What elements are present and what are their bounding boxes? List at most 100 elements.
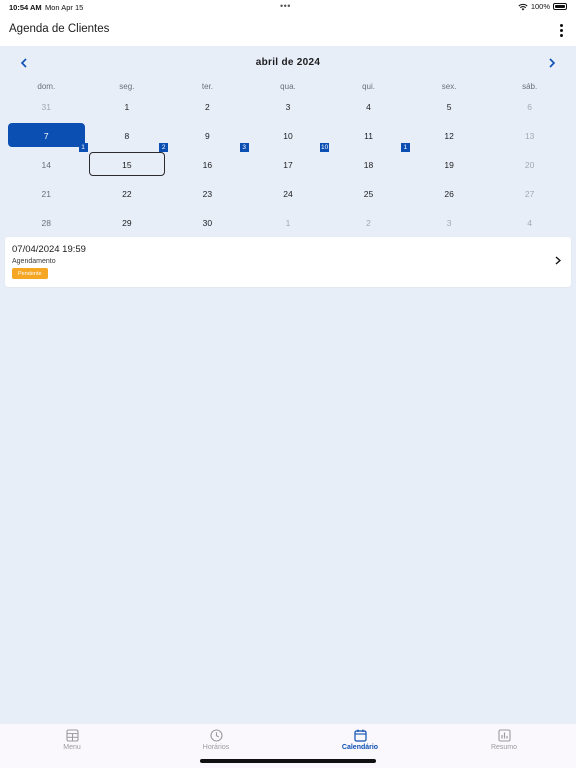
calendar-day[interactable]: 10 10 (248, 121, 330, 152)
day-number: 4 (366, 101, 371, 112)
calendar-day[interactable]: 19 (409, 150, 490, 179)
day-number: 26 (444, 188, 454, 199)
chevron-right-icon (555, 256, 561, 265)
calendar-day-today[interactable]: 15 (87, 150, 168, 179)
calendar-day[interactable]: 6 (489, 92, 570, 121)
day-number: 19 (444, 159, 454, 170)
calendar-day[interactable]: 5 (409, 92, 490, 121)
appointment-card[interactable]: 07/04/2024 19:59 Agendamento Pendente (5, 237, 571, 287)
day-number: 25 (363, 188, 374, 199)
calendar-day[interactable]: 26 (409, 179, 490, 208)
calendar-week: 31 1 2 3 4 5 6 (6, 92, 570, 121)
calendar-day[interactable]: 4 (489, 208, 570, 237)
day-number: 11 (364, 130, 373, 141)
calendar-day[interactable]: 28 (6, 208, 87, 237)
month-title: abril de 2024 (255, 57, 321, 68)
calendar-day[interactable]: 27 (489, 179, 570, 208)
day-number: 5 (446, 101, 452, 112)
tab-label: Horários (202, 744, 230, 751)
calendar-week: 14 15 16 17 18 19 20 (6, 150, 570, 179)
day-number: 2 (366, 217, 371, 228)
day-number: 3 (446, 217, 452, 228)
calendar-day[interactable]: 3 (409, 208, 490, 237)
day-number: 13 (524, 130, 535, 141)
day-number: 14 (41, 159, 52, 170)
month-navigation: abril de 2024 (0, 54, 576, 72)
event-count-badge: 10 (320, 143, 330, 152)
weekday-header: dom. seg. ter. qua. qui. sex. sáb. (6, 82, 570, 92)
day-number: 1 (124, 101, 130, 112)
calendar-day[interactable]: 30 (167, 208, 248, 237)
calendar-day[interactable]: 4 (328, 92, 409, 121)
weekday-label: qui. (362, 82, 375, 91)
calendar-day[interactable]: 3 (248, 92, 329, 121)
day-number: 3 (285, 101, 291, 112)
calendar-day[interactable]: 17 (248, 150, 329, 179)
calendar: abril de 2024 dom. seg. ter. qua. qui. s… (0, 46, 576, 236)
day-number: 22 (122, 188, 132, 199)
tab-label: Resumo (490, 744, 518, 751)
day-number: 30 (202, 217, 213, 228)
calendar-day[interactable]: 93 (167, 121, 249, 152)
calendar-day-selected[interactable]: 71 (6, 121, 88, 152)
calendar-day[interactable]: 2 (167, 92, 248, 121)
tab-menu[interactable]: Menu (0, 729, 144, 751)
status-right: 100% (518, 2, 567, 11)
calendar-day[interactable]: 13 (489, 121, 570, 150)
day-number: 12 (444, 130, 454, 141)
appointment-datetime: 07/04/2024 19:59 (12, 244, 86, 255)
tab-label: Calendário (341, 744, 379, 751)
weekday-label: qua. (280, 82, 296, 91)
calendar-day[interactable]: 22 (87, 179, 168, 208)
calendar-day[interactable]: 21 (6, 179, 87, 208)
calendar-day[interactable]: 20 (489, 150, 570, 179)
weekday-label: ter. (201, 82, 213, 91)
day-number: 31 (41, 101, 52, 112)
day-number: 23 (202, 188, 213, 199)
calendar-day[interactable]: 24 (248, 179, 329, 208)
calendar-icon (353, 729, 367, 742)
calendar-day[interactable]: 12 (409, 121, 490, 150)
calendar-day[interactable]: 31 (6, 92, 87, 121)
calendar-day[interactable]: 29 (87, 208, 168, 237)
day-number: 8 (124, 130, 130, 141)
calendar-day[interactable]: 1 (248, 208, 329, 237)
battery-percent: 100% (530, 2, 550, 11)
calendar-day[interactable]: 25 (328, 179, 409, 208)
more-options-icon[interactable] (552, 20, 570, 40)
status-bar: 10:54 AM Mon Apr 15 ••• 100% (0, 0, 576, 14)
appointment-type: Agendamento (12, 258, 56, 265)
calendar-day[interactable]: 1 (87, 92, 168, 121)
tab-resumo[interactable]: Resumo (432, 729, 576, 751)
calendar-day[interactable]: 2 (328, 208, 409, 237)
weekday-label: seg. (119, 82, 135, 91)
weekday-label: dom. (37, 82, 56, 91)
calendar-week: 28 29 30 1 2 3 4 (6, 208, 570, 237)
wifi-icon (518, 3, 528, 10)
day-number: 2 (205, 101, 210, 112)
day-number: 7 (43, 130, 49, 141)
calendar-day[interactable]: 14 (6, 150, 87, 179)
day-number: 27 (524, 188, 535, 199)
tab-calendario[interactable]: Calendário (288, 729, 432, 751)
status-badge: Pendente (12, 268, 48, 279)
day-number: 1 (285, 217, 291, 228)
calendar-day[interactable]: 16 (167, 150, 248, 179)
calendar-day[interactable]: 18 (328, 150, 409, 179)
calendar-day[interactable]: 82 (87, 121, 169, 152)
event-count-badge: 1 (400, 143, 410, 152)
weekday-label: sáb. (522, 82, 538, 91)
chevron-right-icon[interactable] (543, 54, 561, 72)
day-number: 17 (283, 159, 293, 170)
calendar-day[interactable]: 23 (167, 179, 248, 208)
calendar-week: 21 22 23 24 25 26 27 (6, 179, 570, 208)
event-count-badge: 3 (239, 143, 249, 152)
day-number: 20 (524, 159, 535, 170)
calendar-day[interactable]: 11 1 (328, 121, 410, 152)
day-number: 6 (527, 101, 533, 112)
page-title: Agenda de Clientes (9, 23, 110, 35)
multitasking-dots-icon[interactable]: ••• (280, 1, 291, 11)
day-number: 21 (41, 188, 52, 199)
tab-horarios[interactable]: Horários (144, 729, 288, 751)
status-time: 10:54 AM (9, 3, 42, 12)
